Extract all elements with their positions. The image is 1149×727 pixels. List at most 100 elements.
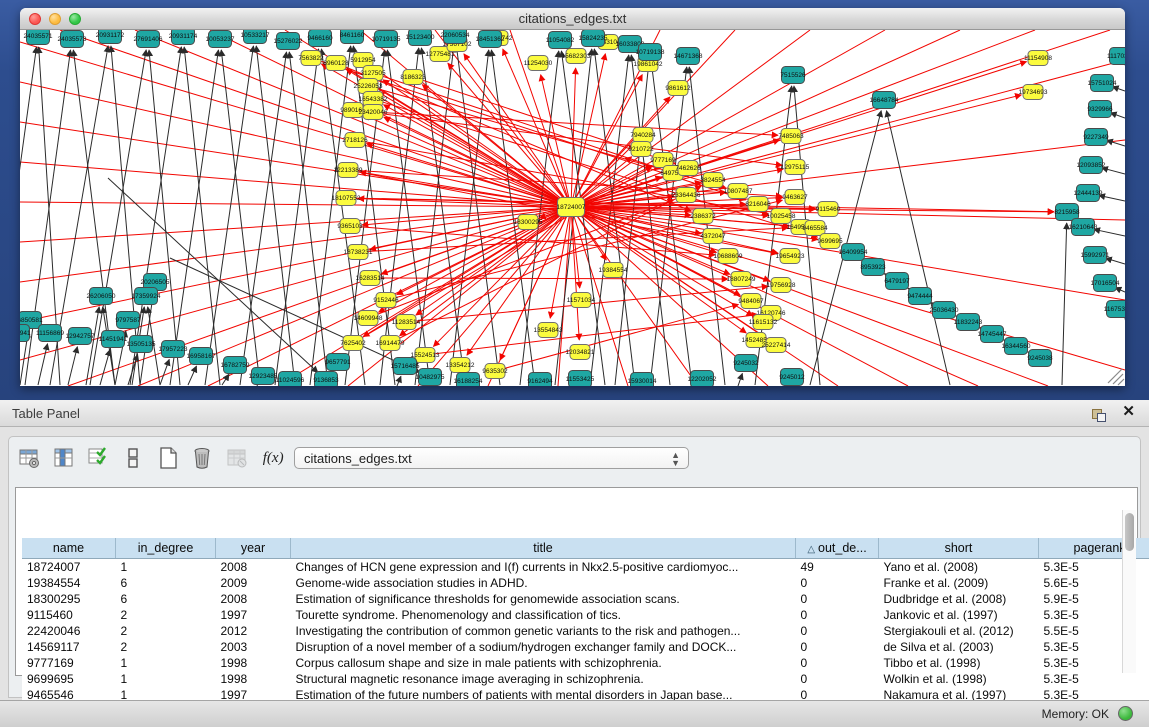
graph-node[interactable]: 3915941 [20, 325, 31, 342]
graph-node[interactable]: 6479197 [884, 273, 910, 290]
graph-node[interactable]: 8953923 [860, 259, 886, 276]
graph-node[interactable]: 9136853 [313, 372, 339, 387]
table-cell[interactable]: 9115460 [22, 607, 116, 623]
graph-node[interactable]: 17359924 [132, 288, 161, 305]
graph-node[interactable]: 18451362 [476, 31, 505, 48]
column-header-title[interactable]: title [291, 538, 796, 559]
graph-node[interactable]: 15992971 [1081, 247, 1110, 264]
table-cell[interactable]: 9699695 [22, 671, 116, 687]
network-canvas[interactable]: 1830029519384554756382289601285912954312… [20, 30, 1125, 386]
network-graph[interactable]: 1830029519384554756382289601285912954312… [20, 30, 1125, 386]
table-row[interactable]: 977716911998Corpus callosum shape and si… [22, 655, 1149, 671]
table-cell[interactable]: 0 [796, 671, 879, 687]
graph-node[interactable]: 20931172 [96, 30, 125, 44]
graph-node[interactable]: 11024596 [276, 372, 305, 387]
graph-node[interactable]: 14609948 [354, 311, 383, 326]
table-scrollbar[interactable] [1122, 510, 1136, 673]
graph-node[interactable]: 18107552 [332, 191, 361, 206]
graph-node[interactable]: 9463627 [782, 190, 808, 205]
table-cell[interactable]: 2 [116, 639, 216, 655]
graph-node[interactable]: 11154908 [1024, 51, 1052, 66]
graph-node[interactable]: 12923485 [249, 368, 278, 385]
clear-selection-icon[interactable] [120, 445, 146, 471]
resize-grip-icon[interactable] [1108, 369, 1124, 385]
table-cell[interactable]: 19384554 [22, 575, 116, 591]
graph-node[interactable]: 16188254 [454, 373, 483, 387]
graph-node[interactable]: 7515526 [780, 67, 806, 84]
table-cell[interactable]: 14569117 [22, 639, 116, 655]
delete-table-icon[interactable] [224, 445, 250, 471]
graph-node[interactable]: 11675330 [1104, 301, 1125, 318]
function-builder-icon[interactable]: f(x) [258, 445, 288, 471]
graph-node[interactable]: 23420046 [359, 105, 388, 120]
graph-node[interactable]: 9162494 [527, 373, 553, 387]
graph-node[interactable]: 14671368 [674, 48, 703, 65]
table-cell[interactable]: 1 [116, 671, 216, 687]
graph-node[interactable]: 20931174 [169, 30, 198, 45]
graph-node[interactable]: 12942757 [66, 328, 95, 345]
graph-node[interactable]: 7485063 [778, 129, 804, 144]
graph-node[interactable]: 9245012 [779, 369, 805, 386]
table-cell[interactable]: 18300295 [22, 591, 116, 607]
graph-node[interactable]: 9245038 [1027, 350, 1053, 367]
table-cell[interactable]: 2008 [216, 559, 291, 576]
graph-node[interactable]: 13354212 [446, 358, 475, 373]
table-cell[interactable]: Yano et al. (2008) [879, 559, 1039, 576]
table-cell[interactable]: 1 [116, 655, 216, 671]
graph-node[interactable]: 22060534 [441, 30, 470, 44]
graph-node[interactable]: 12034821 [566, 345, 595, 360]
scrollbar-thumb[interactable] [1125, 513, 1134, 551]
graph-node[interactable]: 24035573 [58, 31, 87, 48]
column-header-year[interactable]: year [216, 538, 291, 559]
table-cell[interactable]: 9777169 [22, 655, 116, 671]
graph-node[interactable]: 7563822 [298, 51, 324, 66]
graph-node[interactable]: 15824235 [579, 30, 608, 47]
graph-node[interactable]: 10688609 [714, 249, 743, 264]
close-icon[interactable]: ✕ [1122, 404, 1135, 420]
network-window-titlebar[interactable]: citations_edges.txt [20, 8, 1125, 30]
graph-node[interactable]: 18724007 [557, 198, 586, 217]
graph-node[interactable]: 18738231 [344, 245, 373, 260]
table-cell[interactable]: 1998 [216, 671, 291, 687]
graph-node[interactable]: 10719135 [372, 31, 401, 48]
table-cell[interactable]: 2 [116, 607, 216, 623]
graph-node[interactable]: 16648784 [870, 92, 899, 109]
column-header-name[interactable]: name [22, 538, 116, 559]
graph-node[interactable]: 7625402 [340, 336, 366, 351]
graph-node[interactable]: 16344560 [1002, 338, 1031, 355]
graph-node[interactable]: 19734693 [1019, 85, 1048, 100]
table-cell[interactable]: 1 [116, 559, 216, 576]
table-cell[interactable]: Investigating the contribution of common… [291, 623, 796, 639]
table-cell[interactable]: 0 [796, 607, 879, 623]
table-cell[interactable]: 0 [796, 639, 879, 655]
graph-node[interactable]: 15751024 [1088, 75, 1117, 92]
graph-node[interactable]: 8186323 [400, 70, 426, 85]
select-all-icon[interactable] [86, 445, 112, 471]
graph-node[interactable]: 9227349 [1083, 129, 1109, 146]
column-header-out-de-[interactable]: △out_de... [796, 538, 879, 559]
graph-node[interactable]: 19384554 [599, 263, 628, 278]
graph-node[interactable]: 2386372 [690, 209, 716, 224]
graph-node[interactable]: 25036430 [930, 302, 959, 319]
table-cell[interactable]: 2009 [216, 575, 291, 591]
table-cell[interactable]: 22420046 [22, 623, 116, 639]
graph-node[interactable]: 15930014 [628, 373, 657, 387]
graph-node[interactable]: 4372047 [700, 229, 726, 244]
memory-status-indicator[interactable] [1118, 706, 1133, 721]
graph-node[interactable]: 24035571 [24, 30, 53, 45]
graph-node[interactable]: 10719138 [636, 44, 665, 61]
table-cell[interactable]: 0 [796, 623, 879, 639]
graph-node[interactable]: 16210643 [1069, 219, 1098, 236]
graph-node[interactable]: 12975115 [781, 160, 810, 175]
table-row[interactable]: 969969511998Structural magnetic resonanc… [22, 671, 1149, 687]
table-cell[interactable]: Corpus callosum shape and size in male p… [291, 655, 796, 671]
table-cell[interactable]: Stergiakouli et al. (2012) [879, 623, 1039, 639]
table-selector-dropdown[interactable]: citations_edges.txt ▲▼ [294, 447, 689, 469]
graph-node[interactable]: 17016504 [1091, 275, 1120, 292]
table-cell[interactable]: 6 [116, 591, 216, 607]
table-cell[interactable]: 18724007 [22, 559, 116, 576]
table-mode-icon[interactable] [17, 445, 43, 471]
graph-node[interactable]: 15123400 [406, 30, 435, 46]
graph-node[interactable]: 7940284 [630, 128, 656, 143]
graph-node[interactable]: 15276022 [274, 33, 303, 50]
